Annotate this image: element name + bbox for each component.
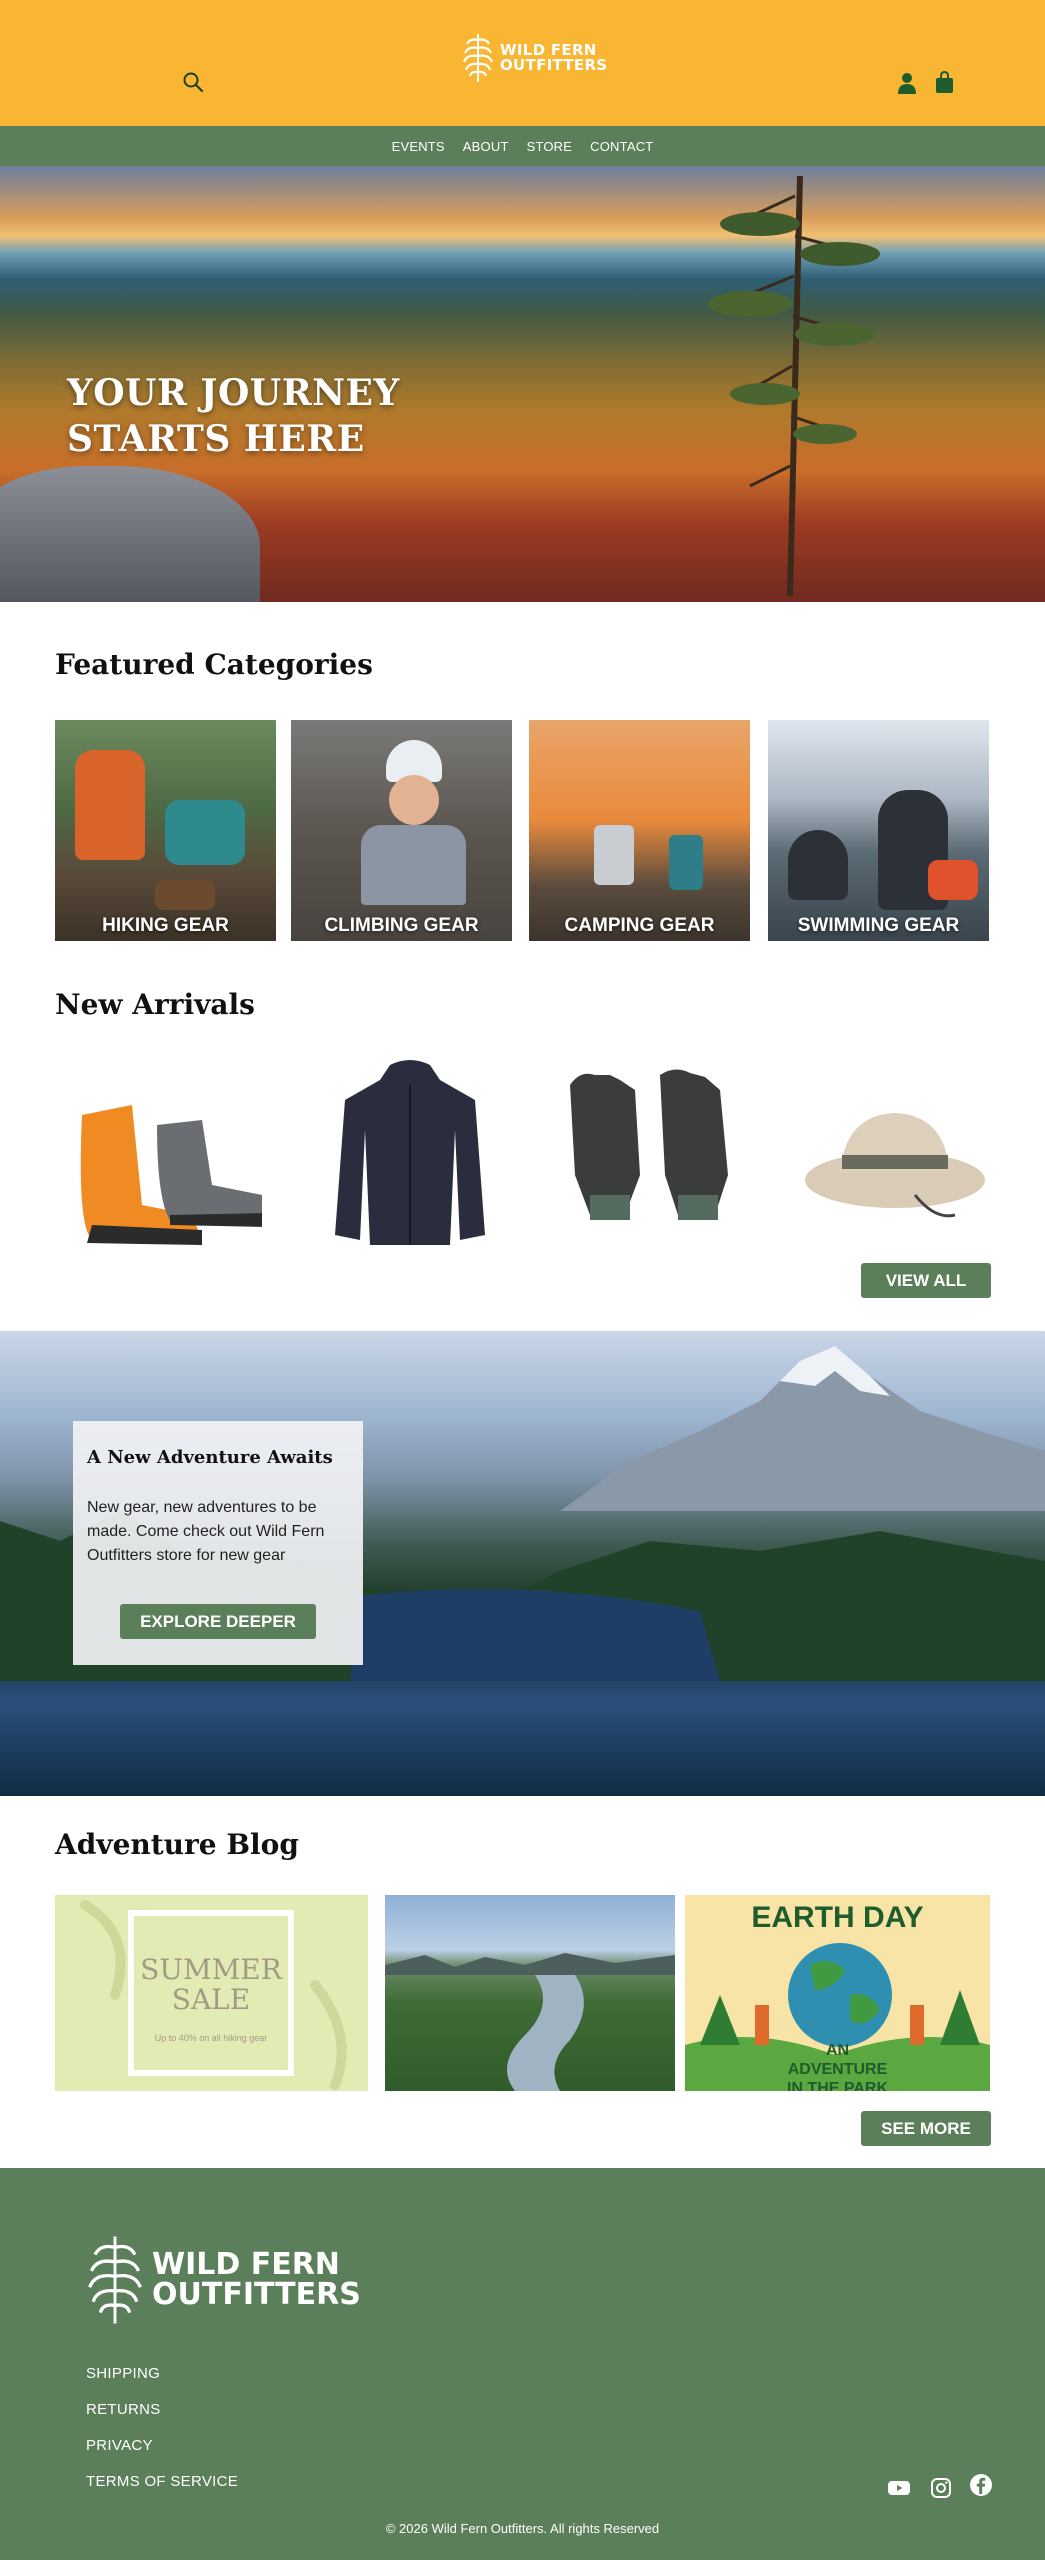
blog-post-summer-sale[interactable]: SUMMER SALE Up to 40% on all hiking gear — [55, 1895, 368, 2091]
blog-post-river[interactable] — [385, 1895, 675, 2091]
featured-categories-title: Featured Categories — [55, 648, 373, 681]
site-logo[interactable]: WILD FERN OUTFITTERS — [462, 30, 607, 86]
adventure-blog-title: Adventure Blog — [55, 1828, 299, 1861]
category-camping-gear[interactable]: CAMPING GEAR — [529, 720, 750, 941]
footer-logo-wordmark: WILD FERN OUTFITTERS — [152, 2247, 361, 2312]
footer-logo[interactable]: WILD FERN OUTFITTERS — [86, 2228, 361, 2332]
category-hiking-gear[interactable]: HIKING GEAR — [55, 720, 276, 941]
copyright-text: © 2026 Wild Fern Outfitters. All rights … — [385, 2521, 660, 2536]
nav-events[interactable]: EVENTS — [392, 139, 445, 154]
category-climbing-gear[interactable]: CLIMBING GEAR — [291, 720, 512, 941]
fern-logo-icon — [462, 34, 494, 82]
adventure-card-title: A New Adventure Awaits — [87, 1447, 333, 1468]
summer-sale-title: SUMMER SALE — [140, 1953, 282, 2016]
instagram-icon[interactable] — [929, 2476, 953, 2500]
footer-link-terms[interactable]: TERMS OF SERVICE — [86, 2472, 238, 2491]
category-swimming-gear[interactable]: SWIMMING GEAR — [768, 720, 989, 941]
adventure-card-body: New gear, new adventures to be made. Com… — [87, 1499, 325, 1564]
river-landscape-image — [385, 1953, 675, 2091]
site-header: WILD FERN OUTFITTERS — [0, 0, 1045, 126]
shopping-bag-icon[interactable] — [935, 71, 954, 93]
hero-rock-image — [0, 466, 260, 602]
user-icon[interactable] — [897, 72, 917, 94]
blog-post-earth-day[interactable]: EARTH DAY AN ADVENTURE IN THE PARK — [685, 1895, 990, 2091]
site-footer: WILD FERN OUTFITTERS SHIPPING RETURNS PR… — [0, 2168, 1045, 2560]
nav-about[interactable]: ABOUT — [463, 139, 509, 154]
youtube-icon[interactable] — [887, 2476, 911, 2500]
summer-sale-subtitle: Up to 40% on all hiking gear — [154, 2033, 268, 2043]
earth-day-subtitle: AN ADVENTURE IN THE PARK — [786, 2042, 889, 2091]
main-nav: EVENTS ABOUT STORE CONTACT — [0, 126, 1045, 166]
search-icon[interactable] — [181, 70, 205, 94]
fern-logo-icon — [88, 2236, 142, 2324]
category-label: HIKING GEAR — [102, 915, 229, 936]
facebook-icon[interactable] — [969, 2473, 993, 2497]
product-sun-hat[interactable] — [795, 1055, 995, 1255]
footer-link-shipping[interactable]: SHIPPING — [86, 2364, 238, 2383]
product-hiking-boots[interactable] — [62, 1055, 262, 1255]
nav-contact[interactable]: CONTACT — [590, 139, 653, 154]
see-more-button[interactable]: SEE MORE — [861, 2111, 991, 2146]
hero-tree-image — [708, 175, 880, 597]
nav-store[interactable]: STORE — [527, 139, 573, 154]
explore-deeper-button[interactable]: EXPLORE DEEPER — [120, 1604, 316, 1639]
hero-title: YOUR JOURNEY STARTS HERE — [67, 372, 400, 460]
new-arrivals-title: New Arrivals — [55, 988, 255, 1021]
product-gloves[interactable] — [550, 1055, 750, 1255]
adventure-card: A New Adventure Awaits New gear, new adv… — [73, 1421, 363, 1665]
footer-link-returns[interactable]: RETURNS — [86, 2400, 238, 2419]
category-label: CLIMBING GEAR — [324, 915, 479, 936]
category-label: CAMPING GEAR — [564, 915, 715, 936]
footer-link-privacy[interactable]: PRIVACY — [86, 2436, 238, 2455]
category-label: SWIMMING GEAR — [797, 915, 960, 936]
view-all-button[interactable]: VIEW ALL — [861, 1263, 991, 1298]
footer-links: SHIPPING RETURNS PRIVACY TERMS OF SERVIC… — [86, 2364, 238, 2491]
logo-wordmark: WILD FERN OUTFITTERS — [500, 41, 608, 74]
product-rain-jacket[interactable] — [310, 1055, 510, 1255]
